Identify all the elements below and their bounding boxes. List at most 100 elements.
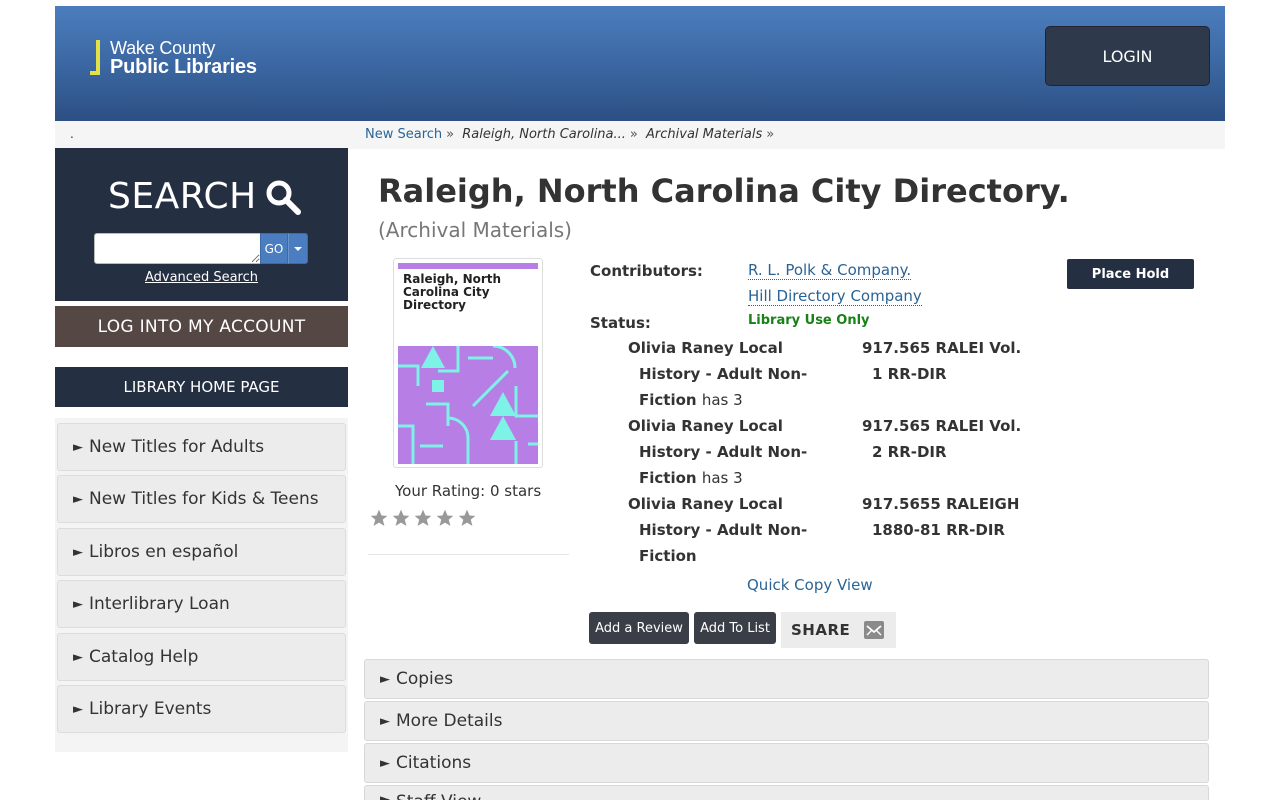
search-icon (266, 180, 301, 215)
rating-divider (368, 554, 569, 555)
sidebar-item-library-events[interactable]: ► Library Events (57, 685, 346, 733)
site-header: Wake County Public Libraries LOGIN (55, 6, 1225, 121)
accordion-copies[interactable]: ► Copies (364, 659, 1209, 699)
holding-call-number: 917.565 RALEI Vol. 2 RR-DIR (862, 413, 1062, 465)
sidebar-item-label: Libros en español (89, 542, 239, 562)
sidebar-search-box: SEARCH GO Advanced Search (55, 148, 348, 301)
breadcrumb-bar: . New Search » Raleigh, North Carolina...… (55, 121, 1225, 149)
search-options-dropdown[interactable] (288, 233, 308, 264)
logo-mark-icon (90, 40, 102, 75)
add-to-list-button[interactable]: Add To List (694, 612, 776, 644)
contributors-label: Contributors: (590, 262, 703, 280)
breadcrumb-separator: » (629, 127, 638, 142)
triangle-right-icon: ► (73, 439, 83, 455)
search-heading-label: SEARCH (108, 176, 257, 217)
share-button[interactable]: SHARE (781, 612, 896, 648)
triangle-right-icon: ► (380, 792, 390, 800)
breadcrumb-new-search[interactable]: New Search (365, 127, 442, 142)
sidebar-item-catalog-help[interactable]: ► Catalog Help (57, 633, 346, 681)
email-icon (864, 621, 885, 639)
holding-location-line: Olivia Raney Local (628, 495, 783, 513)
breadcrumb: New Search» Raleigh, North Carolina...» … (365, 127, 778, 142)
sidebar-item-label: Library Events (89, 699, 212, 719)
contributor-link-hill[interactable]: Hill Directory Company (748, 288, 922, 306)
accordion-staff-view[interactable]: ► Staff View (364, 785, 1209, 800)
sidebar-item-label: Catalog Help (89, 647, 199, 667)
holding-location: Olivia Raney Local History - Adult Non- … (628, 335, 828, 413)
record-title: Raleigh, North Carolina City Directory. (378, 172, 1070, 210)
breadcrumb-dot: . (70, 127, 74, 141)
sidebar-item-label: New Titles for Adults (89, 437, 265, 457)
holding-location-line: Fiction (639, 547, 697, 565)
holding-count: has 3 (701, 391, 743, 409)
triangle-right-icon: ► (73, 491, 83, 507)
accordion-citations[interactable]: ► Citations (364, 743, 1209, 783)
accordion-label: Staff View (396, 792, 481, 800)
triangle-right-icon: ► (73, 701, 83, 717)
holding-call-number: 917.565 RALEI Vol. 1 RR-DIR (862, 335, 1062, 387)
place-hold-button[interactable]: Place Hold (1067, 259, 1194, 289)
breadcrumb-format: Archival Materials (646, 127, 763, 142)
status-label: Status: (590, 314, 651, 332)
go-button[interactable]: GO (260, 233, 288, 264)
share-label: SHARE (791, 621, 851, 639)
holding-location-line: History - Adult Non- (639, 365, 808, 383)
star-icon[interactable] (457, 508, 477, 528)
holding-location-line: Fiction (639, 391, 697, 409)
breadcrumb-separator: » (766, 127, 775, 142)
call-number-line: 917.5655 RALEIGH (862, 495, 1020, 513)
star-icon[interactable] (391, 508, 411, 528)
sidebar-menu: ► New Titles for Adults ► New Titles for K… (55, 418, 348, 752)
triangle-right-icon: ► (380, 755, 390, 771)
logo-line-2: Public Libraries (110, 56, 257, 78)
status-badge: Library Use Only (748, 313, 870, 328)
call-number-line: 917.565 RALEI Vol. (862, 339, 1022, 357)
cover-stripe (398, 263, 538, 269)
log-into-account-button[interactable]: LOG INTO MY ACCOUNT (55, 306, 348, 347)
star-icon[interactable] (369, 508, 389, 528)
star-icon[interactable] (435, 508, 455, 528)
record-format: (Archival Materials) (378, 218, 572, 242)
triangle-right-icon: ► (73, 649, 83, 665)
accordion-label: More Details (396, 711, 503, 731)
holding-location: Olivia Raney Local History - Adult Non- … (628, 413, 828, 491)
cover-pattern-image (398, 346, 538, 464)
sidebar-item-new-titles-adults[interactable]: ► New Titles for Adults (57, 423, 346, 471)
add-review-button[interactable]: Add a Review (589, 612, 689, 644)
holding-location-line: Olivia Raney Local (628, 339, 783, 357)
holding-location: Olivia Raney Local History - Adult Non- … (628, 491, 828, 569)
sidebar-item-interlibrary-loan[interactable]: ► Interlibrary Loan (57, 580, 346, 628)
call-number-line: 917.565 RALEI Vol. (862, 417, 1022, 435)
search-input[interactable] (94, 233, 261, 264)
accordion-label: Copies (396, 669, 454, 689)
your-rating-label: Your Rating: 0 stars (395, 482, 542, 500)
caret-down-icon (294, 246, 302, 251)
holding-location-line: Olivia Raney Local (628, 417, 783, 435)
star-rating[interactable] (369, 508, 477, 528)
triangle-right-icon: ► (73, 544, 83, 560)
login-button[interactable]: LOGIN (1045, 26, 1210, 86)
holding-count: has 3 (701, 469, 743, 487)
call-number-line: 1880-81 RR-DIR (872, 521, 1005, 539)
advanced-search-link[interactable]: Advanced Search (55, 270, 348, 285)
triangle-right-icon: ► (73, 596, 83, 612)
cover-image[interactable]: Raleigh, North Carolina City Directory (393, 258, 543, 468)
call-number-line: 1 RR-DIR (872, 365, 947, 383)
accordion-more-details[interactable]: ► More Details (364, 701, 1209, 741)
sidebar-item-label: New Titles for Kids & Teens (89, 489, 319, 509)
star-icon[interactable] (413, 508, 433, 528)
quick-copy-view-link[interactable]: Quick Copy View (747, 576, 873, 594)
holding-location-line: History - Adult Non- (639, 443, 808, 461)
sidebar-item-label: Interlibrary Loan (89, 594, 230, 614)
breadcrumb-record: Raleigh, North Carolina... (462, 127, 626, 142)
accordion-label: Citations (396, 753, 472, 773)
cover-title-text: Raleigh, North Carolina City Directory (403, 272, 502, 312)
holding-location-line: Fiction (639, 469, 697, 487)
holding-location-line: History - Adult Non- (639, 521, 808, 539)
contributor-link-polk[interactable]: R. L. Polk & Company. (748, 262, 912, 280)
triangle-right-icon: ► (380, 671, 390, 687)
library-home-button[interactable]: LIBRARY HOME PAGE (55, 367, 348, 407)
sidebar-item-new-titles-kids[interactable]: ► New Titles for Kids & Teens (57, 475, 346, 523)
search-heading: SEARCH (108, 176, 301, 217)
sidebar-item-libros[interactable]: ► Libros en español (57, 528, 346, 576)
